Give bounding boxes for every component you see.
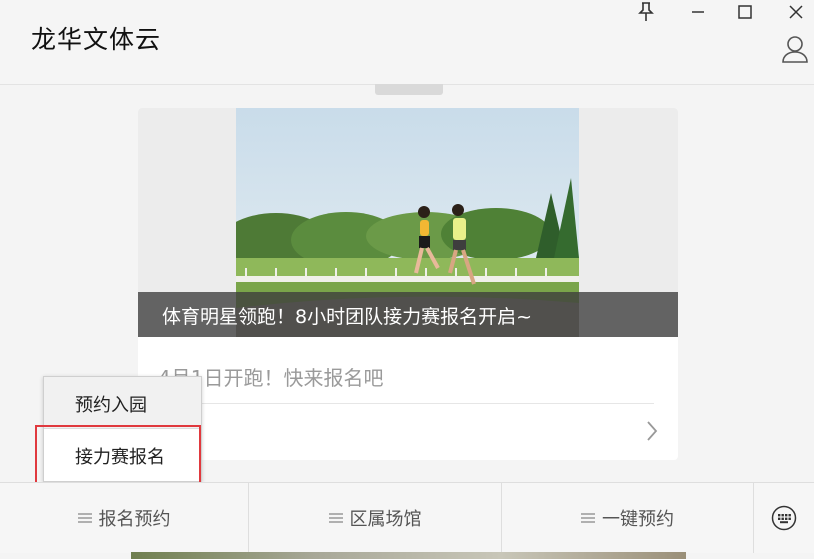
tab-label: 一键预约: [602, 509, 674, 530]
user-icon: [782, 36, 808, 63]
app-title: 龙华文体云: [31, 25, 162, 54]
scroll-indicator: [375, 84, 443, 95]
card-detail-link[interactable]: [646, 420, 658, 446]
close-button[interactable]: [776, 0, 814, 24]
menu-lines-icon: [581, 513, 595, 523]
menu-lines-icon: [77, 513, 92, 523]
keyboard-icon: [771, 505, 797, 531]
tab-label: 报名预约: [98, 509, 171, 530]
pin-button[interactable]: [626, 0, 666, 24]
tab-one-click-booking[interactable]: 一键预约: [502, 483, 754, 553]
banner-caption: 体育明星领跑！8小时团队接力赛报名开启~: [162, 306, 533, 328]
menu-item-park-reservation[interactable]: 预约入园: [44, 377, 201, 429]
tab-district-venues[interactable]: 区属场馆: [249, 483, 502, 553]
menu-item-label: 预约入园: [75, 395, 147, 416]
minimize-icon: [692, 11, 704, 13]
next-card-peek: [131, 552, 686, 559]
chevron-right-icon: [647, 421, 658, 441]
menu-lines-icon: [328, 513, 343, 523]
close-icon: [789, 5, 803, 19]
highlight-box: [35, 425, 201, 485]
app-window: 龙华文体云 体育明星领跑！8小时团队接力赛报名开启~ 4月1日开跑！快来报名吧 …: [0, 0, 814, 559]
bottom-tab-bar: 报名预约 区属场馆 一键预约: [0, 482, 814, 553]
banner-caption-bar: 体育明星领跑！8小时团队接力赛报名开启~: [138, 292, 678, 337]
maximize-button[interactable]: [725, 0, 765, 24]
tab-label: 区属场馆: [349, 509, 422, 530]
card-divider: [158, 403, 654, 404]
tab-registration[interactable]: 报名预约: [0, 483, 249, 553]
title-bar: 龙华文体云: [0, 0, 814, 85]
user-profile-button[interactable]: [781, 34, 809, 64]
minimize-button[interactable]: [678, 0, 718, 24]
maximize-icon: [738, 5, 752, 19]
banner: 体育明星领跑！8小时团队接力赛报名开启~: [138, 108, 678, 337]
keyboard-toggle-button[interactable]: [754, 483, 814, 553]
event-card[interactable]: 体育明星领跑！8小时团队接力赛报名开启~ 4月1日开跑！快来报名吧: [138, 108, 678, 460]
pin-icon: [638, 2, 654, 21]
